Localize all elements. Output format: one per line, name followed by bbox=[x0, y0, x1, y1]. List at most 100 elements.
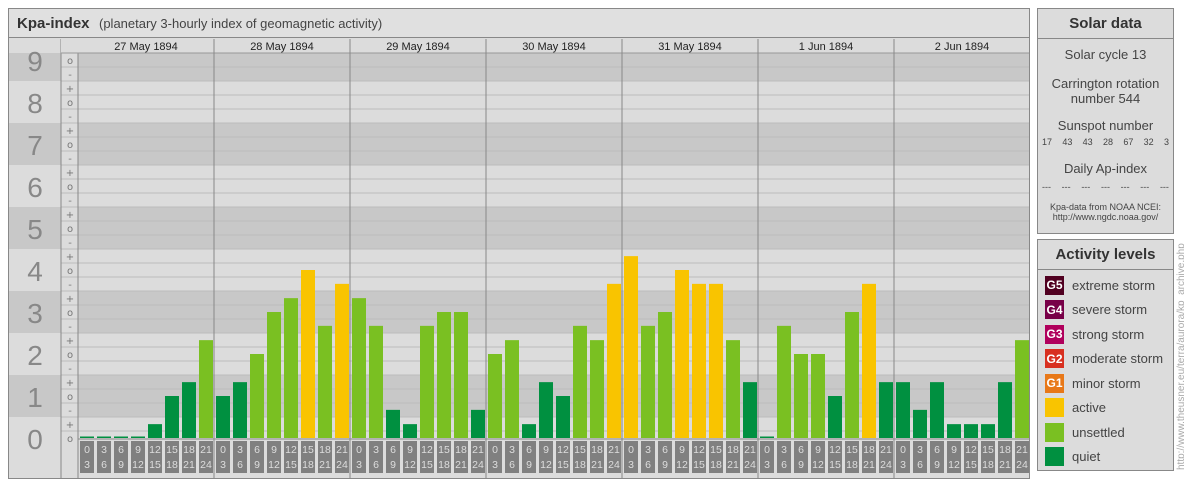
hour-end-label: 21 bbox=[319, 459, 331, 471]
hour-end-label: 3 bbox=[84, 459, 90, 471]
legend-item-active: active bbox=[1045, 398, 1106, 418]
kp-bar bbox=[488, 354, 502, 438]
watermark-url: http://www.theusner.eu/terra/aurora/kp_a… bbox=[1176, 243, 1184, 470]
hour-start-label: 12 bbox=[965, 444, 977, 456]
hour-start-label: 6 bbox=[254, 444, 260, 456]
source-text: Kpa-data from NOAA NCEI: bbox=[1049, 202, 1162, 212]
legend-item-severe-storm: G4 severe storm bbox=[1045, 300, 1147, 320]
hour-start-label: 21 bbox=[608, 444, 620, 456]
hour-end-label: 3 bbox=[628, 459, 634, 471]
y-subtick-label: o bbox=[67, 182, 73, 193]
kpa-bar-chart: 0123456789o+-o+-o+-o+-o+-o+-o+-o+-o+-o27… bbox=[9, 39, 1029, 478]
hour-end-label: 15 bbox=[421, 459, 433, 471]
hour-end-label: 15 bbox=[149, 459, 161, 471]
y-subtick-label: + bbox=[66, 336, 74, 347]
kp-bar bbox=[709, 283, 723, 438]
hour-start-label: 3 bbox=[645, 444, 651, 456]
kp-bar bbox=[250, 354, 264, 438]
legend-swatch: G2 bbox=[1045, 349, 1064, 368]
hour-end-label: 9 bbox=[798, 459, 804, 471]
kp-bar bbox=[862, 283, 876, 438]
kp-bar bbox=[658, 312, 672, 438]
kp-bar bbox=[522, 424, 536, 438]
legend-item-extreme-storm: G5 extreme storm bbox=[1045, 275, 1155, 295]
hour-end-label: 18 bbox=[846, 459, 858, 471]
y-subtick-label: - bbox=[68, 196, 72, 207]
hour-start-label: 15 bbox=[846, 444, 858, 456]
ap-value: --- bbox=[1120, 182, 1130, 192]
y-subtick-label: o bbox=[67, 434, 73, 445]
hour-end-label: 6 bbox=[917, 459, 923, 471]
y-subtick-label: + bbox=[66, 420, 74, 431]
ap-value: --- bbox=[1100, 182, 1110, 192]
carrington-number: number 544 bbox=[1070, 91, 1141, 106]
y-subtick-label: o bbox=[67, 308, 73, 319]
hour-start-label: 21 bbox=[1016, 444, 1028, 456]
y-band bbox=[78, 81, 1029, 123]
y-subtick-label: + bbox=[66, 84, 74, 95]
y-band bbox=[78, 291, 1029, 333]
kp-bar bbox=[726, 340, 740, 438]
hour-end-label: 15 bbox=[693, 459, 705, 471]
day-label: 27 May 1894 bbox=[114, 41, 178, 53]
hour-start-label: 3 bbox=[373, 444, 379, 456]
kp-bar bbox=[573, 325, 587, 438]
hour-end-label: 21 bbox=[999, 459, 1011, 471]
hour-start-label: 0 bbox=[628, 444, 634, 456]
kp-bar bbox=[199, 340, 213, 438]
y-subtick-label: o bbox=[67, 266, 73, 277]
y-tick-label: 2 bbox=[27, 340, 43, 371]
ap-value: --- bbox=[1081, 182, 1091, 192]
y-tick-label: 6 bbox=[27, 172, 43, 203]
chart-subtitle: (planetary 3-hourly index of geomagnetic… bbox=[99, 16, 383, 31]
hour-end-label: 18 bbox=[982, 459, 994, 471]
kp-bar bbox=[403, 424, 417, 438]
y-band bbox=[78, 333, 1029, 375]
kp-bar bbox=[913, 409, 927, 438]
y-subtick-label: o bbox=[67, 140, 73, 151]
hour-start-label: 0 bbox=[764, 444, 770, 456]
y-band bbox=[78, 165, 1029, 207]
y-subtick-label: o bbox=[67, 98, 73, 109]
hour-end-label: 6 bbox=[645, 459, 651, 471]
y-band bbox=[78, 249, 1029, 291]
hour-end-label: 6 bbox=[101, 459, 107, 471]
hour-end-label: 18 bbox=[710, 459, 722, 471]
y-subtick-label: - bbox=[68, 406, 72, 417]
hour-end-label: 24 bbox=[472, 459, 484, 471]
hour-end-label: 18 bbox=[574, 459, 586, 471]
chart-title: Kpa-index bbox=[17, 15, 90, 32]
kp-bar bbox=[267, 312, 281, 438]
hour-end-label: 24 bbox=[200, 459, 212, 471]
legend-label: unsettled bbox=[1072, 424, 1125, 440]
hour-end-label: 12 bbox=[540, 459, 552, 471]
kp-bar bbox=[165, 396, 179, 438]
legend-label: moderate storm bbox=[1072, 351, 1164, 366]
day-label: 28 May 1894 bbox=[250, 41, 314, 53]
chart-header: Kpa-index (planetary 3-hourly index of g… bbox=[9, 9, 1029, 38]
hour-start-label: 15 bbox=[574, 444, 586, 456]
y-subtick-label: + bbox=[66, 126, 74, 137]
legend-label: active bbox=[1072, 400, 1106, 415]
hour-end-label: 12 bbox=[812, 459, 824, 471]
hour-start-label: 0 bbox=[900, 444, 906, 456]
kpa-chart-panel: 0 1 2 3 4 5 6 7 8 9 o + - o + - o + - o + - o + - o + - o + - o + - o + - o 27… bbox=[8, 8, 1030, 479]
y-tick-label: 4 bbox=[27, 256, 43, 287]
legend-swatch: G1 bbox=[1045, 373, 1064, 393]
hour-start-label: 12 bbox=[693, 444, 705, 456]
kp-bar bbox=[471, 409, 485, 438]
legend-label: quiet bbox=[1072, 449, 1101, 464]
kp-bar bbox=[794, 354, 808, 438]
source-link[interactable]: http://www.ngdc.noaa.gov/ bbox=[1038, 212, 1173, 222]
kp-bar bbox=[131, 436, 145, 438]
y-tick-label: 3 bbox=[27, 298, 43, 329]
sunspot-value: 43 bbox=[1082, 137, 1093, 147]
kp-bar bbox=[352, 298, 366, 438]
kp-bar bbox=[182, 382, 196, 438]
legend-item-quiet: quiet bbox=[1045, 447, 1100, 467]
hour-end-label: 12 bbox=[676, 459, 688, 471]
ap-value: --- bbox=[1061, 182, 1071, 192]
hour-end-label: 9 bbox=[662, 459, 668, 471]
legend-swatch: G3 bbox=[1045, 324, 1064, 344]
kp-bar bbox=[284, 298, 298, 438]
